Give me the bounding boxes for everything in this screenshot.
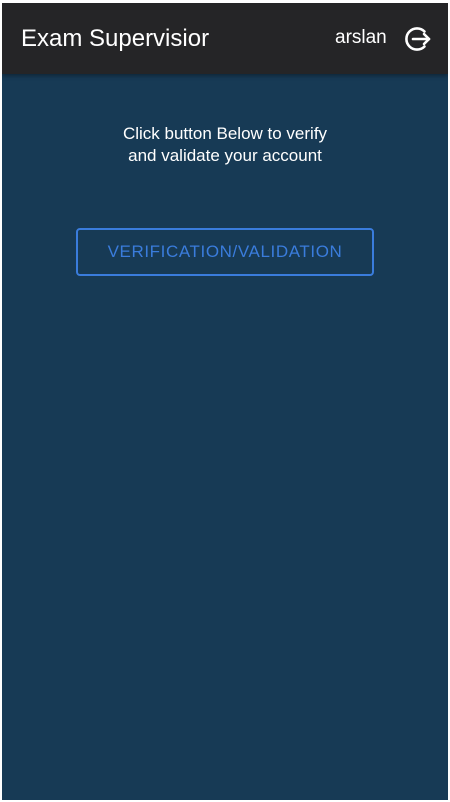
app-screen: Exam Supervisior arslan Click button Bel… <box>2 3 448 800</box>
verification-validation-button[interactable]: VERIFICATION/VALIDATION <box>76 228 374 276</box>
app-title: Exam Supervisior <box>21 25 210 52</box>
instruction-line-2: and validate your account <box>128 146 322 165</box>
instruction-line-1: Click button Below to verify <box>122 124 328 143</box>
instruction-text: Click button Below to verify and validat… <box>75 123 375 167</box>
logout-icon <box>405 27 431 51</box>
username-label: arslan <box>335 27 387 48</box>
logout-button[interactable] <box>402 24 432 54</box>
app-bar: Exam Supervisior arslan <box>2 3 448 74</box>
